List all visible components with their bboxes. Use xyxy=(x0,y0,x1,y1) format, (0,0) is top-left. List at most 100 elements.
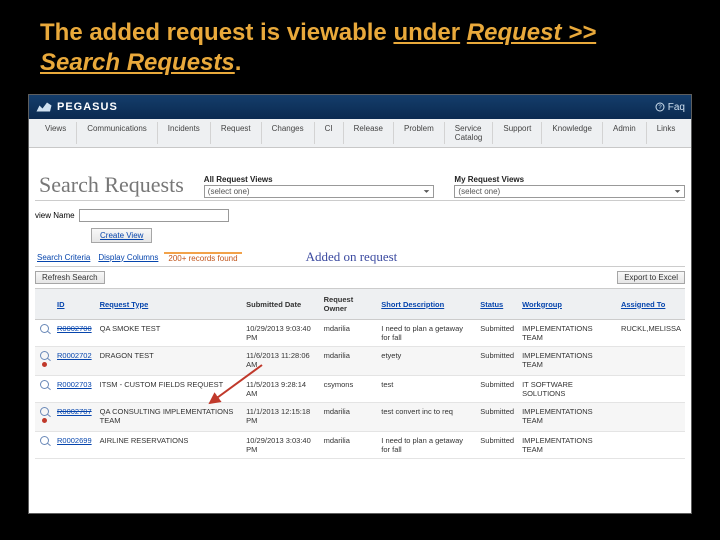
request-id-link[interactable]: R0002703 xyxy=(53,376,96,403)
request-type: QA SMOKE TEST xyxy=(96,320,243,347)
tab-search-criteria[interactable]: Search Criteria xyxy=(35,252,92,263)
status: Submitted xyxy=(476,347,518,376)
submitted-date: 11/6/2013 11:28:06 AM xyxy=(242,347,319,376)
submitted-date: 11/5/2013 9:28:14 AM xyxy=(242,376,319,403)
menu-item-request[interactable]: Request xyxy=(211,122,262,144)
menu-item-communications[interactable]: Communications xyxy=(77,122,158,144)
table-row: R0002700QA SMOKE TEST10/29/2013 9:03:40 … xyxy=(35,320,685,347)
col-short-description[interactable]: Short Description xyxy=(377,289,476,320)
caption-under: under xyxy=(393,19,460,46)
tab-display-columns[interactable]: Display Columns xyxy=(96,252,160,263)
magnifier-icon[interactable] xyxy=(40,380,49,389)
status: Submitted xyxy=(476,403,518,432)
short-description: test xyxy=(377,376,476,403)
menu-item-links[interactable]: Links xyxy=(647,122,686,144)
caption-text: The added request is viewable xyxy=(40,19,393,46)
submitted-date: 11/1/2013 12:15:18 PM xyxy=(242,403,319,432)
request-id-link[interactable]: R0002702 xyxy=(53,347,96,376)
request-owner: csymons xyxy=(320,376,378,403)
magnifier-icon[interactable] xyxy=(40,351,49,360)
assigned-to xyxy=(617,403,685,432)
all-views-select[interactable]: (select one) xyxy=(204,185,435,198)
main-menu: ViewsCommunicationsIncidentsRequestChang… xyxy=(29,119,691,148)
status: Submitted xyxy=(476,320,518,347)
record-count: 200+ records found xyxy=(164,252,241,263)
menu-item-changes[interactable]: Changes xyxy=(262,122,315,144)
table-row: R0002699AIRLINE RESERVATIONS10/29/2013 3… xyxy=(35,432,685,459)
my-views-select[interactable]: (select one) xyxy=(454,185,685,198)
workgroup: IMPLEMENTATIONS TEAM xyxy=(518,403,617,432)
workgroup: IMPLEMENTATIONS TEAM xyxy=(518,320,617,347)
menu-item-knowledge[interactable]: Knowledge xyxy=(542,122,603,144)
chevron-down-icon xyxy=(423,188,430,195)
view-name-label: view Name xyxy=(35,211,75,220)
annotation-text: Added on request xyxy=(306,249,398,265)
menu-item-problem[interactable]: Problem xyxy=(394,122,445,144)
chevron-down-icon xyxy=(674,188,681,195)
col-assigned-to[interactable]: Assigned To xyxy=(617,289,685,320)
col-status[interactable]: Status xyxy=(476,289,518,320)
view-name-input[interactable] xyxy=(79,209,229,222)
app-window: PEGASUS ? Faq ViewsCommunicationsInciden… xyxy=(28,94,692,514)
refresh-search-button[interactable]: Refresh Search xyxy=(35,271,105,284)
request-id-link[interactable]: R0002699 xyxy=(53,432,96,459)
request-id-link[interactable]: R0002700 xyxy=(53,320,96,347)
table-row: R0002703ITSM - CUSTOM FIELDS REQUEST11/5… xyxy=(35,376,685,403)
create-view-button[interactable]: Create View xyxy=(91,228,152,243)
status: Submitted xyxy=(476,376,518,403)
col-submitted-date: Submitted Date xyxy=(242,289,319,320)
col-request-owner: Request Owner xyxy=(320,289,378,320)
request-owner: mdarilia xyxy=(320,403,378,432)
workgroup: IMPLEMENTATIONS TEAM xyxy=(518,347,617,376)
page-title: Search Requests xyxy=(35,172,184,198)
assigned-to xyxy=(617,432,685,459)
assigned-to xyxy=(617,376,685,403)
col-workgroup[interactable]: Workgroup xyxy=(518,289,617,320)
my-views-label: My Request Views xyxy=(454,175,685,184)
menu-item-service-catalog[interactable]: Service Catalog xyxy=(445,122,494,144)
short-description: etyety xyxy=(377,347,476,376)
menu-item-release[interactable]: Release xyxy=(344,122,394,144)
slide-caption: The added request is viewable under Requ… xyxy=(0,0,720,88)
col-id[interactable]: ID xyxy=(53,289,96,320)
request-type: QA CONSULTING IMPLEMENTATIONS TEAM xyxy=(96,403,243,432)
app-topbar: PEGASUS ? Faq xyxy=(29,95,691,119)
all-views-label: All Request Views xyxy=(204,175,435,184)
submitted-date: 10/29/2013 3:03:40 PM xyxy=(242,432,319,459)
help-icon: ? xyxy=(655,102,665,112)
magnifier-icon[interactable] xyxy=(40,407,49,416)
warning-icon xyxy=(42,362,47,367)
table-row: R0002707QA CONSULTING IMPLEMENTATIONS TE… xyxy=(35,403,685,432)
assigned-to xyxy=(617,347,685,376)
magnifier-icon[interactable] xyxy=(40,436,49,445)
short-description: I need to plan a getaway for fall xyxy=(377,320,476,347)
col-request-type[interactable]: Request Type xyxy=(96,289,243,320)
request-type: DRAGON TEST xyxy=(96,347,243,376)
brand-text: PEGASUS xyxy=(57,101,118,113)
status: Submitted xyxy=(476,432,518,459)
pegasus-icon xyxy=(35,100,53,114)
faq-link[interactable]: ? Faq xyxy=(655,102,685,113)
menu-item-ci[interactable]: CI xyxy=(315,122,344,144)
request-owner: mdarilia xyxy=(320,347,378,376)
request-owner: mdarilia xyxy=(320,320,378,347)
assigned-to: RUCKL,MELISSA xyxy=(617,320,685,347)
request-id-link[interactable]: R0002707 xyxy=(53,403,96,432)
table-header-row: IDRequest TypeSubmitted DateRequest Owne… xyxy=(35,289,685,320)
request-type: ITSM - CUSTOM FIELDS REQUEST xyxy=(96,376,243,403)
workgroup: IMPLEMENTATIONS TEAM xyxy=(518,432,617,459)
magnifier-icon[interactable] xyxy=(40,324,49,333)
menu-item-views[interactable]: Views xyxy=(35,122,77,144)
table-row: R0002702DRAGON TEST11/6/2013 11:28:06 AM… xyxy=(35,347,685,376)
short-description: test convert inc to req xyxy=(377,403,476,432)
warning-icon xyxy=(42,418,47,423)
col-icon xyxy=(35,289,53,320)
results-table: IDRequest TypeSubmitted DateRequest Owne… xyxy=(35,288,685,459)
menu-item-support[interactable]: Support xyxy=(493,122,542,144)
menu-item-incidents[interactable]: Incidents xyxy=(158,122,211,144)
export-excel-button[interactable]: Export to Excel xyxy=(617,271,685,284)
request-owner: mdarilia xyxy=(320,432,378,459)
menu-item-admin[interactable]: Admin xyxy=(603,122,647,144)
submitted-date: 10/29/2013 9:03:40 PM xyxy=(242,320,319,347)
short-description: I need to plan a getaway for fall xyxy=(377,432,476,459)
